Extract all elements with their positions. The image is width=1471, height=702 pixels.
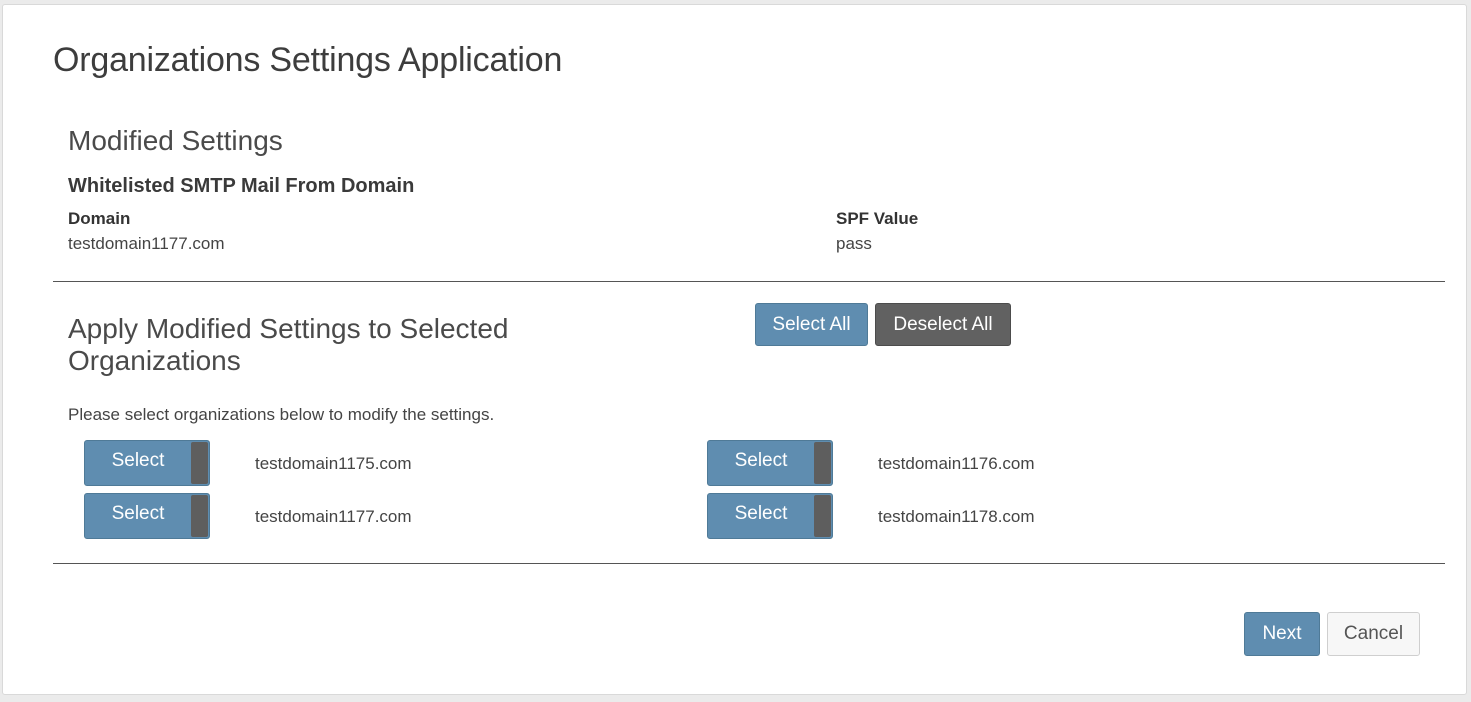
apply-settings-title-line1: Apply Modified Settings to Selected bbox=[68, 313, 509, 344]
org-select-toggle-2[interactable]: Select bbox=[707, 440, 833, 486]
org-select-toggle-1[interactable]: Select bbox=[84, 440, 210, 486]
toggle-knob bbox=[191, 495, 208, 537]
toggle-label: Select bbox=[734, 503, 788, 524]
divider-bottom bbox=[53, 563, 1445, 564]
spf-label: SPF Value bbox=[836, 209, 919, 228]
toggle-knob bbox=[814, 442, 831, 484]
cancel-button[interactable]: Cancel bbox=[1327, 612, 1420, 656]
org-select-toggle-4[interactable]: Select bbox=[707, 493, 833, 539]
toggle-label: Select bbox=[111, 503, 165, 524]
toggle-label: Select bbox=[734, 450, 788, 471]
instruction-text: Please select organizations below to mod… bbox=[68, 405, 495, 424]
divider-top bbox=[53, 281, 1445, 282]
toggle-knob bbox=[814, 495, 831, 537]
apply-settings-title-line2: Organizations bbox=[68, 345, 241, 376]
settings-panel: Organizations Settings Application Modif… bbox=[2, 4, 1467, 695]
modified-settings-title: Modified Settings bbox=[68, 125, 283, 156]
domain-label: Domain bbox=[68, 209, 131, 228]
deselect-all-button[interactable]: Deselect All bbox=[875, 303, 1011, 346]
spf-value: pass bbox=[836, 234, 872, 253]
apply-settings-title: Apply Modified Settings to Selected Orga… bbox=[68, 313, 508, 377]
org-name-3: testdomain1177.com bbox=[255, 507, 412, 526]
org-select-toggle-3[interactable]: Select bbox=[84, 493, 210, 539]
select-all-button[interactable]: Select All bbox=[755, 303, 868, 346]
toggle-label: Select bbox=[111, 450, 165, 471]
page-title: Organizations Settings Application bbox=[53, 41, 563, 79]
toggle-knob bbox=[191, 442, 208, 484]
org-name-2: testdomain1176.com bbox=[878, 454, 1035, 473]
setting-name: Whitelisted SMTP Mail From Domain bbox=[68, 175, 415, 197]
domain-value: testdomain1177.com bbox=[68, 234, 225, 253]
org-name-1: testdomain1175.com bbox=[255, 454, 412, 473]
org-name-4: testdomain1178.com bbox=[878, 507, 1035, 526]
next-button[interactable]: Next bbox=[1244, 612, 1320, 656]
